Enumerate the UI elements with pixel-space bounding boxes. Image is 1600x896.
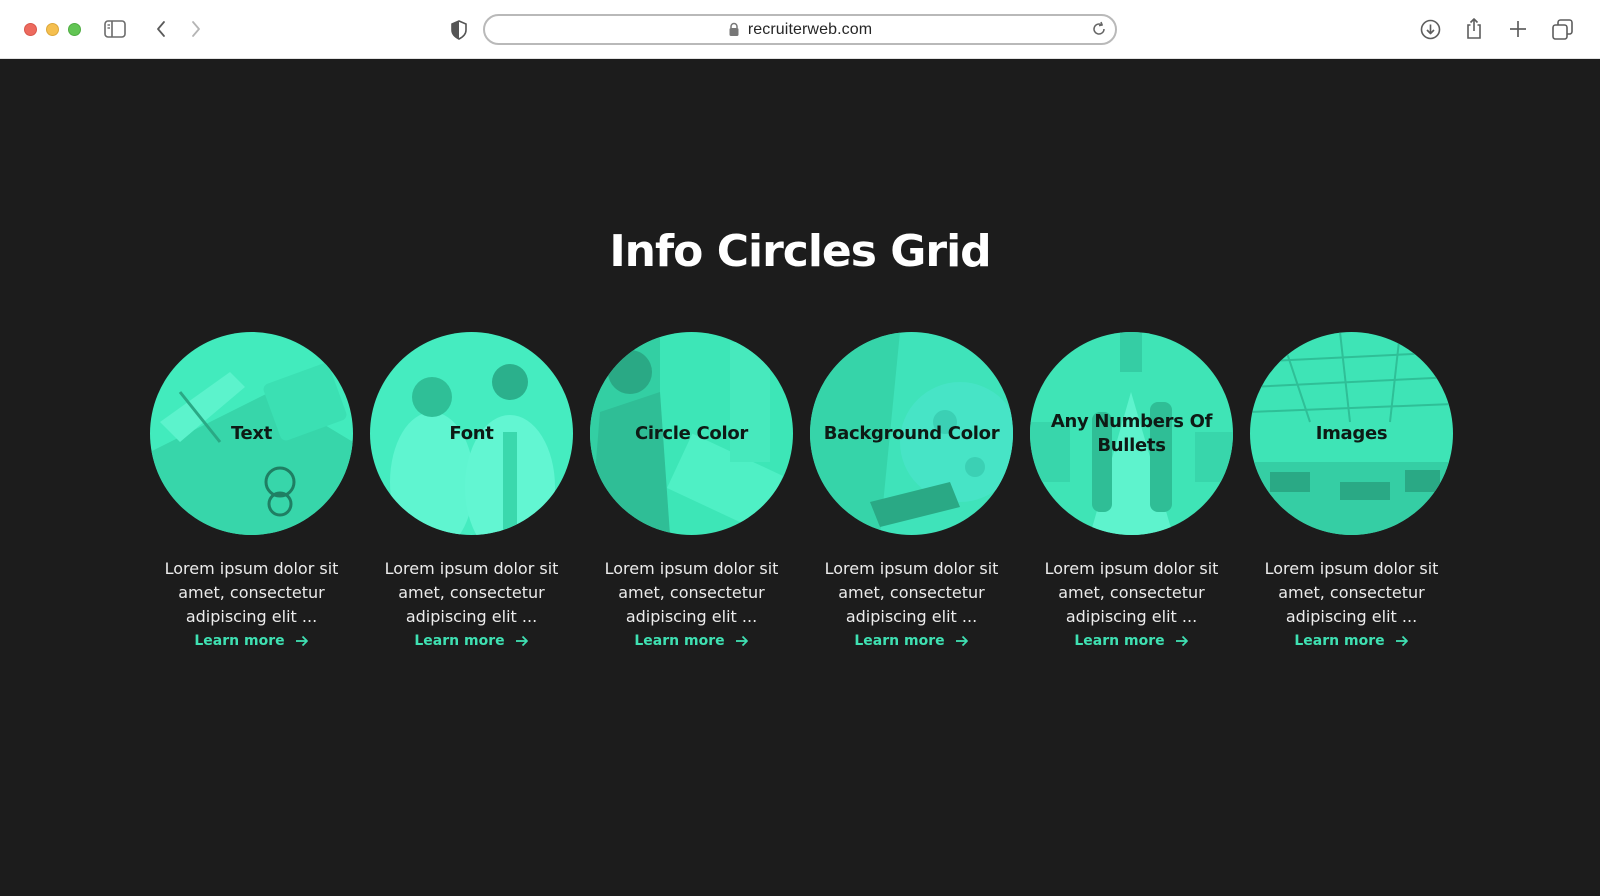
info-card-font: Font Lorem ipsum dolor sit amet, consect… (370, 332, 573, 649)
learn-more-link[interactable]: Learn more (414, 633, 528, 649)
address-bar[interactable]: recruiterweb.com (483, 14, 1117, 45)
arrow-right-icon (735, 635, 749, 647)
arrow-right-icon (515, 635, 529, 647)
card-description: Lorem ipsum dolor sit amet, consectetur … (384, 559, 559, 626)
arrow-right-icon (955, 635, 969, 647)
learn-more-label: Learn more (1294, 633, 1385, 649)
new-tab-icon[interactable] (1509, 20, 1527, 38)
url-text: recruiterweb.com (747, 20, 873, 38)
card-description: Lorem ipsum dolor sit amet, consectetur … (164, 559, 339, 626)
minimize-window-button[interactable] (46, 23, 59, 36)
learn-more-link[interactable]: Learn more (634, 633, 748, 649)
privacy-shield-icon[interactable] (450, 20, 468, 40)
circle-title: Images (1315, 422, 1388, 444)
info-circle[interactable]: Background Color (810, 332, 1013, 535)
info-card-background-color: Background Color Lorem ipsum dolor sit a… (810, 332, 1013, 649)
back-icon[interactable] (155, 19, 167, 39)
reload-icon[interactable] (1091, 21, 1107, 37)
info-card-any-numbers-of-bullets: Any Numbers Of Bullets Lorem ipsum dolor… (1030, 332, 1233, 649)
circle-title: Circle Color (635, 422, 748, 444)
sidebar-icon[interactable] (104, 19, 126, 39)
info-card-images: Images Lorem ipsum dolor sit amet, conse… (1250, 332, 1453, 649)
arrow-right-icon (1175, 635, 1189, 647)
arrow-right-icon (1395, 635, 1409, 647)
info-circles-grid: Text Lorem ipsum dolor sit amet, consect… (150, 332, 1453, 649)
forward-icon[interactable] (190, 19, 202, 39)
share-icon[interactable] (1465, 17, 1483, 40)
learn-more-label: Learn more (854, 633, 945, 649)
info-card-text: Text Lorem ipsum dolor sit amet, consect… (150, 332, 353, 649)
card-description: Lorem ipsum dolor sit amet, consectetur … (824, 559, 999, 626)
zoom-window-button[interactable] (68, 23, 81, 36)
learn-more-label: Learn more (194, 633, 285, 649)
info-circle[interactable]: Images (1250, 332, 1453, 535)
card-description: Lorem ipsum dolor sit amet, consectetur … (1044, 559, 1219, 626)
info-circle[interactable]: Font (370, 332, 573, 535)
info-circle[interactable]: Circle Color (590, 332, 793, 535)
circle-title: Background Color (823, 422, 1000, 444)
browser-toolbar: recruiterweb.com (0, 0, 1600, 59)
learn-more-link[interactable]: Learn more (194, 633, 308, 649)
learn-more-link[interactable]: Learn more (854, 633, 968, 649)
learn-more-label: Learn more (634, 633, 725, 649)
arrow-right-icon (295, 635, 309, 647)
learn-more-label: Learn more (1074, 633, 1165, 649)
info-card-circle-color: Circle Color Lorem ipsum dolor sit amet,… (590, 332, 793, 649)
card-description: Lorem ipsum dolor sit amet, consectetur … (604, 559, 779, 626)
card-description: Lorem ipsum dolor sit amet, consectetur … (1264, 559, 1439, 626)
info-circle[interactable]: Any Numbers Of Bullets (1030, 332, 1233, 535)
tab-overview-icon[interactable] (1552, 19, 1573, 40)
learn-more-link[interactable]: Learn more (1074, 633, 1188, 649)
page-content: Info Circles Grid Text Lorem ipsum dolor… (0, 60, 1600, 896)
learn-more-link[interactable]: Learn more (1294, 633, 1408, 649)
download-icon[interactable] (1420, 19, 1441, 40)
circle-title: Text (230, 422, 273, 444)
close-window-button[interactable] (24, 23, 37, 36)
info-circle[interactable]: Text (150, 332, 353, 535)
circle-title: Font (449, 422, 494, 444)
learn-more-label: Learn more (414, 633, 505, 649)
page-title: Info Circles Grid (609, 226, 991, 277)
lock-icon (728, 22, 740, 37)
circle-title: Any Numbers Of Bullets (1050, 410, 1213, 456)
